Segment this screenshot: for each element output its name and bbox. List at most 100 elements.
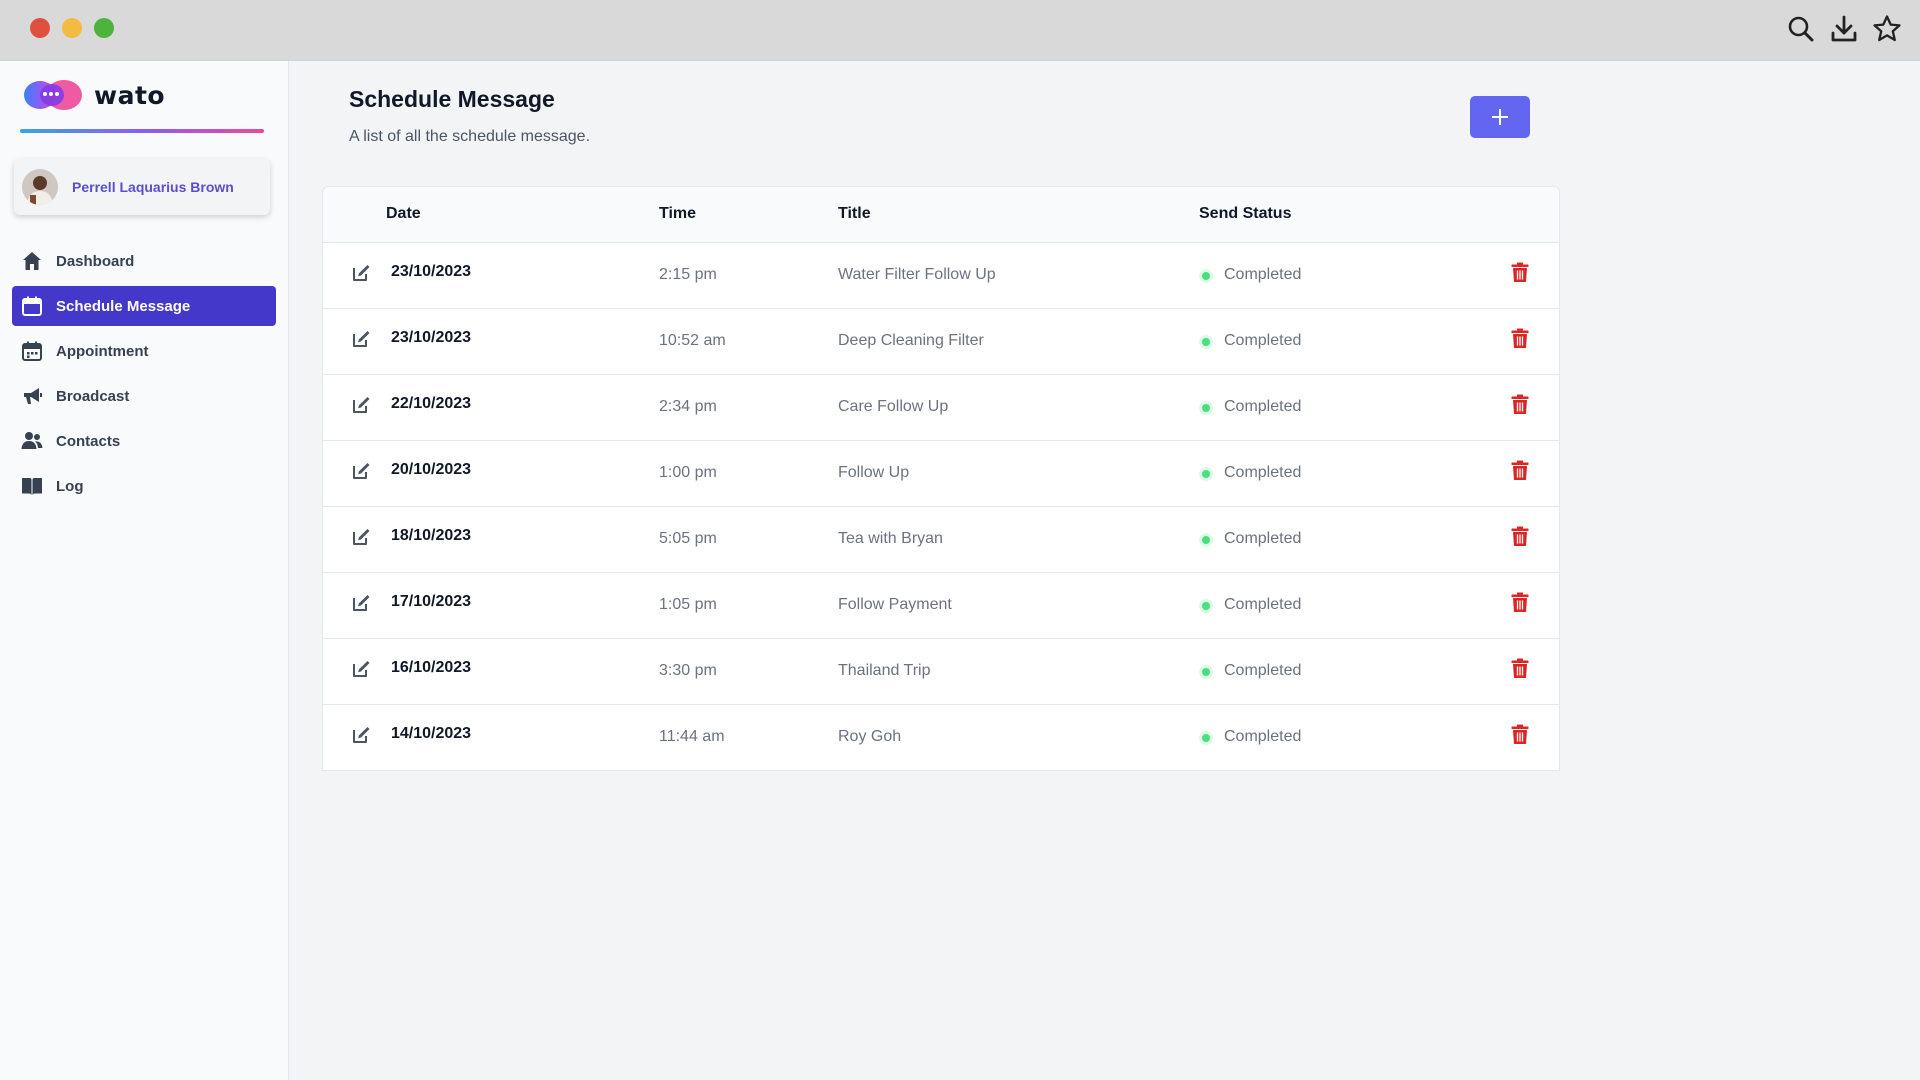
- sidebar-item-log[interactable]: Log: [12, 466, 276, 506]
- megaphone-icon: [21, 385, 43, 407]
- star-icon[interactable]: [1872, 14, 1902, 44]
- schedule-table: Date Time Title Send Status 23/10/2023 2…: [322, 186, 1560, 771]
- trash-icon[interactable]: [1511, 658, 1529, 679]
- cell-title: Deep Cleaning Filter: [838, 332, 984, 349]
- column-header-send-status[interactable]: Send Status: [1199, 205, 1291, 223]
- cell-date: 18/10/2023: [391, 527, 472, 544]
- cell-time: 11:44 am: [659, 728, 725, 745]
- table-row[interactable]: 23/10/2023 10:52 am Deep Cleaning Filter…: [323, 309, 1559, 375]
- edit-icon[interactable]: [351, 527, 371, 547]
- trash-icon[interactable]: [1511, 328, 1529, 349]
- cell-status: Completed: [1224, 398, 1302, 415]
- sidebar-item-label: Broadcast: [56, 387, 130, 405]
- cell-status: Completed: [1224, 596, 1302, 613]
- edit-icon[interactable]: [351, 263, 371, 283]
- cell-status: Completed: [1224, 662, 1302, 679]
- cell-time: 1:05 pm: [659, 596, 717, 613]
- cell-date: 17/10/2023: [391, 593, 472, 610]
- table-row[interactable]: 20/10/2023 1:00 pm Follow Up Completed: [323, 441, 1559, 507]
- cell-time: 3:30 pm: [659, 662, 717, 679]
- table-row[interactable]: 16/10/2023 3:30 pm Thailand Trip Complet…: [323, 639, 1559, 705]
- sidebar-item-appointment[interactable]: Appointment: [12, 331, 276, 371]
- cell-date: 20/10/2023: [391, 461, 472, 478]
- trash-icon[interactable]: [1511, 592, 1529, 613]
- search-icon[interactable]: [1786, 14, 1816, 44]
- sidebar-item-label: Contacts: [56, 432, 121, 450]
- status-indicator: [1202, 668, 1210, 676]
- sidebar-item-label: Dashboard: [56, 252, 135, 270]
- edit-icon[interactable]: [351, 329, 371, 349]
- sidebar-item-dashboard[interactable]: Dashboard: [12, 241, 276, 281]
- status-indicator: [1202, 338, 1210, 346]
- cell-title: Roy Goh: [838, 728, 902, 745]
- brand-logo[interactable]: wato: [22, 77, 165, 113]
- user-name: Perrell Laquarius Brown: [72, 179, 234, 195]
- table-row[interactable]: 14/10/2023 11:44 am Roy Goh Completed: [323, 705, 1559, 770]
- cell-date: 22/10/2023: [391, 395, 472, 412]
- status-indicator: [1202, 404, 1210, 412]
- cell-title: Follow Payment: [838, 596, 952, 613]
- edit-icon[interactable]: [351, 395, 371, 415]
- column-header-time[interactable]: Time: [659, 205, 696, 223]
- table-row[interactable]: 17/10/2023 1:05 pm Follow Payment Comple…: [323, 573, 1559, 639]
- sidebar-item-schedule-message[interactable]: Schedule Message: [12, 286, 276, 326]
- user-profile-card[interactable]: Perrell Laquarius Brown: [14, 159, 270, 215]
- status-indicator: [1202, 734, 1210, 742]
- table-header: Date Time Title Send Status: [323, 187, 1559, 243]
- home-icon: [21, 250, 43, 272]
- window-title-bar: [0, 0, 1920, 61]
- trash-icon[interactable]: [1511, 262, 1529, 283]
- table-row[interactable]: 23/10/2023 2:15 pm Water Filter Follow U…: [323, 243, 1559, 309]
- table-body: 23/10/2023 2:15 pm Water Filter Follow U…: [323, 243, 1559, 770]
- users-icon: [21, 430, 43, 452]
- edit-icon[interactable]: [351, 725, 371, 745]
- edit-icon[interactable]: [351, 593, 371, 613]
- cell-time: 2:34 pm: [659, 398, 717, 415]
- sidebar-item-broadcast[interactable]: Broadcast: [12, 376, 276, 416]
- sidebar-item-label: Log: [56, 477, 84, 495]
- cell-time: 5:05 pm: [659, 530, 717, 547]
- trash-icon[interactable]: [1511, 460, 1529, 481]
- cell-status: Completed: [1224, 332, 1302, 349]
- cell-title: Follow Up: [838, 464, 910, 481]
- trash-icon[interactable]: [1511, 724, 1529, 745]
- cell-status: Completed: [1224, 530, 1302, 547]
- sidebar: wato Perrell Laquarius Brown Dashboard S…: [0, 61, 289, 1080]
- maximize-window-button[interactable]: [94, 18, 114, 38]
- cell-title: Tea with Bryan: [838, 530, 943, 547]
- sidebar-item-contacts[interactable]: Contacts: [12, 421, 276, 461]
- edit-icon[interactable]: [351, 461, 371, 481]
- cell-title: Thailand Trip: [838, 662, 931, 679]
- add-schedule-button[interactable]: [1470, 96, 1530, 138]
- appointment-calendar-icon: [21, 340, 43, 362]
- table-row[interactable]: 18/10/2023 5:05 pm Tea with Bryan Comple…: [323, 507, 1559, 573]
- avatar: [22, 169, 58, 205]
- cell-title: Care Follow Up: [838, 398, 949, 415]
- minimize-window-button[interactable]: [62, 18, 82, 38]
- sidebar-item-label: Schedule Message: [56, 297, 191, 315]
- cell-time: 2:15 pm: [659, 266, 717, 283]
- status-indicator: [1202, 470, 1210, 478]
- page-title: Schedule Message: [349, 86, 555, 112]
- cell-status: Completed: [1224, 464, 1302, 481]
- status-indicator: [1202, 272, 1210, 280]
- status-indicator: [1202, 602, 1210, 610]
- status-indicator: [1202, 536, 1210, 544]
- calendar-icon: [21, 295, 43, 317]
- cell-date: 23/10/2023: [391, 263, 472, 280]
- column-header-title[interactable]: Title: [838, 205, 871, 223]
- trash-icon[interactable]: [1511, 394, 1529, 415]
- cell-time: 1:00 pm: [659, 464, 717, 481]
- download-icon[interactable]: [1829, 14, 1859, 44]
- page-subtitle: A list of all the schedule message.: [349, 128, 591, 145]
- cell-date: 23/10/2023: [391, 329, 472, 346]
- wato-logo-icon: [24, 80, 82, 110]
- cell-date: 14/10/2023: [391, 725, 472, 742]
- brand-name: wato: [94, 80, 166, 110]
- edit-icon[interactable]: [351, 659, 371, 679]
- column-header-date[interactable]: Date: [386, 205, 421, 223]
- plus-icon: [1492, 109, 1508, 125]
- table-row[interactable]: 22/10/2023 2:34 pm Care Follow Up Comple…: [323, 375, 1559, 441]
- close-window-button[interactable]: [30, 18, 50, 38]
- trash-icon[interactable]: [1511, 526, 1529, 547]
